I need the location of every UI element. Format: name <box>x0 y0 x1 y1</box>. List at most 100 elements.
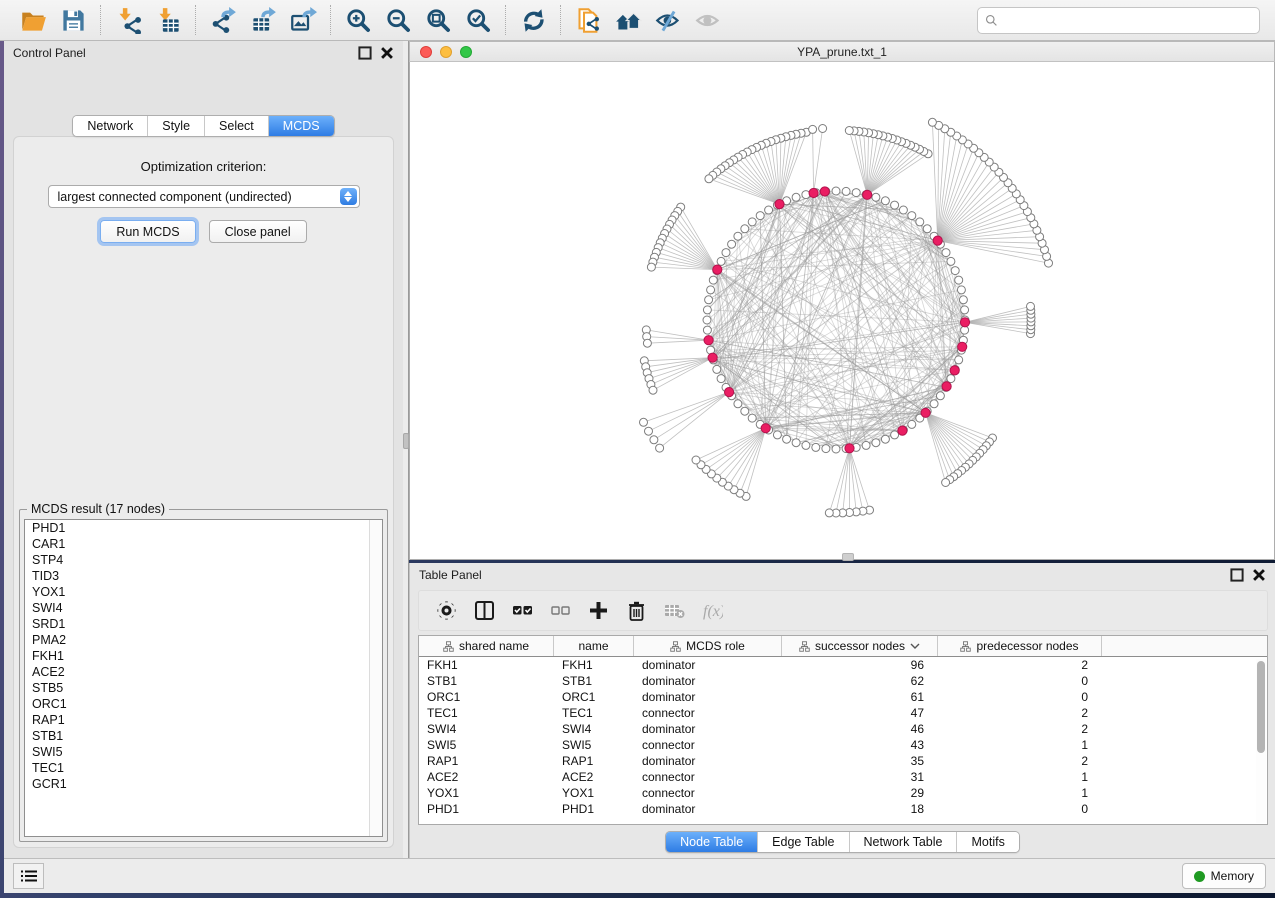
delete-column-button[interactable] <box>621 596 652 626</box>
task-history-button[interactable] <box>13 863 44 889</box>
export-image-button[interactable] <box>283 4 323 36</box>
zoom-in-button[interactable] <box>338 4 378 36</box>
optimization-criterion-label: Optimization criterion: <box>14 159 393 174</box>
close-panel-button-2[interactable]: Close panel <box>209 220 307 243</box>
table-cell: STB1 <box>419 674 554 688</box>
save-session-button[interactable] <box>53 4 93 36</box>
mcds-result-item[interactable]: ACE2 <box>25 664 382 680</box>
column-header-successor-nodes[interactable]: successor nodes <box>782 636 938 656</box>
float-panel-button[interactable] <box>358 46 372 60</box>
table-cell: YOX1 <box>554 786 634 800</box>
homes-button[interactable] <box>608 4 648 36</box>
zoom-in-icon <box>345 7 372 34</box>
tab-edge-table[interactable]: Edge Table <box>757 832 848 852</box>
network-from-document-button[interactable] <box>568 4 608 36</box>
mcds-result-item[interactable]: YOX1 <box>25 584 382 600</box>
table-settings-button[interactable] <box>431 596 462 626</box>
table-cell: dominator <box>634 690 782 704</box>
memory-button[interactable]: Memory <box>1182 863 1266 889</box>
mcds-result-item[interactable]: SWI5 <box>25 744 382 760</box>
zoom-selected-button[interactable] <box>458 4 498 36</box>
refresh-icon <box>520 7 547 34</box>
tab-select[interactable]: Select <box>204 116 268 136</box>
table-cell: ORC1 <box>554 690 634 704</box>
import-network-button[interactable] <box>108 4 148 36</box>
tab-mcds[interactable]: MCDS <box>268 116 334 136</box>
gear-icon <box>436 600 457 621</box>
table-cell: SWI4 <box>554 722 634 736</box>
mcds-result-item[interactable]: PMA2 <box>25 632 382 648</box>
column-header-MCDS-role[interactable]: MCDS role <box>634 636 782 656</box>
mcds-result-item[interactable]: STB1 <box>25 728 382 744</box>
table-row[interactable]: SWI4SWI4dominator462 <box>419 721 1267 737</box>
table-row[interactable]: FKH1FKH1dominator962 <box>419 657 1267 673</box>
refresh-button[interactable] <box>513 4 553 36</box>
run-mcds-button[interactable]: Run MCDS <box>100 220 195 243</box>
hide-details-button[interactable] <box>648 4 688 36</box>
optimization-criterion-select[interactable]: largest connected component (undirected) <box>48 185 360 208</box>
deselect-all-button[interactable] <box>545 596 576 626</box>
table-row[interactable]: ORC1ORC1dominator610 <box>419 689 1267 705</box>
tab-motifs[interactable]: Motifs <box>956 832 1018 852</box>
mcds-result-item[interactable]: STP4 <box>25 552 382 568</box>
table-row[interactable]: STB1STB1dominator620 <box>419 673 1267 689</box>
mcds-result-item[interactable]: TID3 <box>25 568 382 584</box>
column-header-name[interactable]: name <box>554 636 634 656</box>
table-scrollbar[interactable] <box>1256 659 1266 823</box>
zoom-out-button[interactable] <box>378 4 418 36</box>
table-row[interactable]: ACE2ACE2connector311 <box>419 769 1267 785</box>
mcds-result-item[interactable]: FKH1 <box>25 648 382 664</box>
close-panel-button[interactable] <box>380 46 394 60</box>
mcds-result-item[interactable]: CAR1 <box>25 536 382 552</box>
table-cell: SWI5 <box>419 738 554 752</box>
table-row[interactable]: SWI5SWI5connector431 <box>419 737 1267 753</box>
show-columns-button[interactable] <box>469 596 500 626</box>
zoom-fit-button[interactable] <box>418 4 458 36</box>
table-row[interactable]: PHD1PHD1dominator180 <box>419 801 1267 817</box>
mcds-result-item[interactable]: PHD1 <box>25 520 382 536</box>
export-table-button[interactable] <box>243 4 283 36</box>
mcds-result-item[interactable]: STB5 <box>25 680 382 696</box>
import-table-button[interactable] <box>148 4 188 36</box>
open-session-button[interactable] <box>13 4 53 36</box>
network-canvas[interactable] <box>409 62 1275 560</box>
tab-network[interactable]: Network <box>73 116 147 136</box>
float-table-panel-button[interactable] <box>1230 568 1244 582</box>
sort-desc-icon <box>910 643 920 649</box>
table-panel: Table Panel f(x) shared namename MCDS ro… <box>409 563 1275 858</box>
column-label: name <box>578 639 608 653</box>
search-input[interactable] <box>998 8 1259 33</box>
network-graph[interactable] <box>410 62 1274 559</box>
control-panel-titlebar: Control Panel <box>4 41 403 65</box>
close-table-panel-button[interactable] <box>1252 568 1266 582</box>
mcds-result-item[interactable]: GCR1 <box>25 776 382 792</box>
mcds-result-item[interactable]: ORC1 <box>25 696 382 712</box>
columns-icon <box>474 600 495 621</box>
mcds-result-item[interactable]: SWI4 <box>25 600 382 616</box>
add-column-button[interactable] <box>583 596 614 626</box>
mcds-result-item[interactable]: TEC1 <box>25 760 382 776</box>
export-network-button[interactable] <box>203 4 243 36</box>
column-header-predecessor-nodes[interactable]: predecessor nodes <box>938 636 1102 656</box>
table-scrollbar-thumb[interactable] <box>1257 661 1265 753</box>
horizontal-divider-grip[interactable] <box>842 553 854 561</box>
table-row[interactable]: TEC1TEC1connector472 <box>419 705 1267 721</box>
mcds-result-item[interactable]: RAP1 <box>25 712 382 728</box>
tab-style[interactable]: Style <box>147 116 204 136</box>
select-all-button[interactable] <box>507 596 538 626</box>
search-box[interactable] <box>977 7 1260 34</box>
mcds-result-list[interactable]: PHD1CAR1STP4TID3YOX1SWI4SRD1PMA2FKH1ACE2… <box>24 519 383 837</box>
table-cell: SWI5 <box>554 738 634 752</box>
column-header-shared-name[interactable]: shared name <box>419 636 554 656</box>
table-cell: dominator <box>634 802 782 816</box>
import-network-icon <box>115 7 142 34</box>
table-row[interactable]: YOX1YOX1connector291 <box>419 785 1267 801</box>
mcds-list-scrollbar[interactable] <box>369 520 382 836</box>
tab-network-table[interactable]: Network Table <box>849 832 957 852</box>
tab-node-table[interactable]: Node Table <box>666 832 757 852</box>
control-panel-tabbar: NetworkStyleSelectMCDS <box>72 115 334 137</box>
table-row[interactable]: RAP1RAP1dominator352 <box>419 753 1267 769</box>
table-cell: 2 <box>938 706 1102 720</box>
network-window-titlebar[interactable]: YPA_prune.txt_1 <box>409 41 1275 62</box>
mcds-result-item[interactable]: SRD1 <box>25 616 382 632</box>
